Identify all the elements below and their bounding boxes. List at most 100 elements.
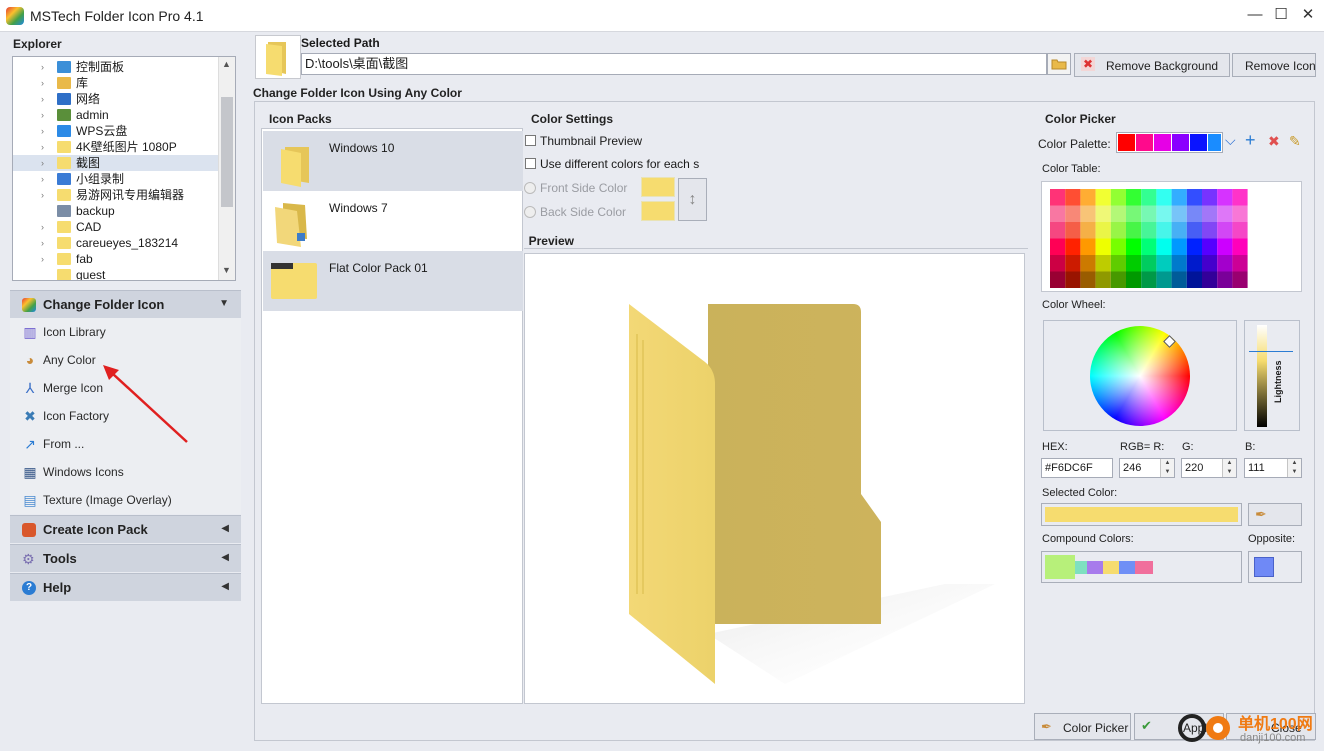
back-side-swatch[interactable] [641,201,675,221]
color-table-cell[interactable] [1126,222,1142,239]
radio-button[interactable] [524,182,536,194]
color-table-cell[interactable] [1217,271,1233,289]
expand-chevron-icon[interactable]: › [41,139,44,155]
color-table-cell[interactable] [1126,255,1142,272]
add-color-icon[interactable]: + [1245,131,1256,149]
color-table-cell[interactable] [1202,255,1218,272]
expand-chevron-icon[interactable]: › [41,187,44,203]
color-table-cell[interactable] [1202,271,1218,289]
color-table-cell[interactable] [1186,189,1202,206]
color-table-cell[interactable] [1080,222,1096,239]
color-table-cell[interactable] [1050,189,1066,206]
palette-dropdown-icon[interactable]: ⌵ [1225,132,1236,149]
color-table-cell[interactable] [1232,205,1248,223]
pack-item-windows-10[interactable]: Windows 10 [263,131,523,191]
color-table-cell[interactable] [1110,189,1126,206]
eyedropper-button[interactable]: ✒ [1248,503,1302,526]
pack-item-windows-7[interactable]: Windows 7 [263,191,523,251]
thumbnail-preview-checkbox[interactable]: Thumbnail Preview [525,134,642,148]
color-table-cell[interactable] [1095,255,1111,272]
color-table-cell[interactable] [1156,271,1172,289]
color-table-cell[interactable] [1110,255,1126,272]
color-table-cell[interactable] [1095,222,1111,239]
color-table-cell[interactable] [1050,238,1066,256]
color-table-cell[interactable] [1202,189,1218,206]
color-table-cell[interactable] [1065,255,1081,272]
remove-background-button[interactable]: ✖ Remove Background [1074,53,1230,77]
color-table-cell[interactable] [1156,189,1172,206]
color-table-cell[interactable] [1080,255,1096,272]
color-table-cell[interactable] [1217,189,1233,206]
color-table-cell[interactable] [1080,205,1096,223]
color-table-grid[interactable] [1042,182,1301,291]
color-table-cell[interactable] [1186,205,1202,223]
section-create-icon-pack[interactable]: Create Icon Pack ◀ [10,515,241,543]
color-table-cell[interactable] [1171,205,1187,223]
delete-color-icon[interactable]: ✖ [1268,133,1280,150]
color-table-cell[interactable] [1095,189,1111,206]
compound-swatch[interactable] [1075,561,1087,574]
checkbox-box[interactable] [525,158,536,169]
expand-chevron-icon[interactable]: › [41,235,44,251]
expand-chevron-icon[interactable]: › [41,75,44,91]
explorer-tree[interactable]: ▲ ▼ › 控制面板 › 库 › 网络 › admin › WPS云盘 › 4K壁纸图片 1080P ›… [12,56,236,281]
edit-pencil-icon[interactable]: ✎ [1289,133,1301,150]
remove-icon-button[interactable]: Remove Icon [1232,53,1316,77]
color-table-cell[interactable] [1186,222,1202,239]
color-table-cell[interactable] [1110,205,1126,223]
expand-chevron-icon[interactable]: › [41,107,44,123]
section-help[interactable]: ? Help ◀ [10,573,241,601]
palette-swatch[interactable] [1172,134,1189,151]
color-table[interactable] [1041,181,1302,292]
color-table-cell[interactable] [1202,205,1218,223]
color-table-cell[interactable] [1050,205,1066,223]
sidebar-item-icon-library[interactable]: ▥ Icon Library [10,318,241,346]
color-table-cell[interactable] [1050,271,1066,289]
color-table-cell[interactable] [1095,205,1111,223]
hex-input[interactable]: #F6DC6F [1041,458,1113,478]
color-table-cell[interactable] [1232,222,1248,239]
expand-chevron-icon[interactable]: › [41,171,44,187]
compound-swatch[interactable] [1135,561,1153,574]
color-picker-button[interactable]: ✒ Color Picker [1034,713,1131,740]
front-side-swatch[interactable] [641,177,675,197]
browse-button[interactable] [1047,53,1071,75]
color-table-cell[interactable] [1141,238,1157,256]
tree-item[interactable]: › 易游网讯专用编辑器 [13,187,218,203]
scroll-down-icon[interactable]: ▼ [222,265,231,275]
tree-item[interactable]: › fab [13,251,218,267]
tree-item[interactable]: › WPS云盘 [13,123,218,139]
color-table-cell[interactable] [1171,189,1187,206]
opposite-swatch[interactable] [1254,557,1274,577]
compound-swatch[interactable] [1087,561,1103,574]
scroll-up-icon[interactable]: ▲ [222,59,231,69]
color-table-cell[interactable] [1141,189,1157,206]
color-table-cell[interactable] [1110,222,1126,239]
color-table-cell[interactable] [1217,238,1233,256]
sidebar-item-texture[interactable]: ▤ Texture (Image Overlay) [10,486,241,514]
color-table-cell[interactable] [1232,255,1248,272]
minimize-button[interactable]: — [1244,4,1266,26]
color-table-cell[interactable] [1050,222,1066,239]
color-table-cell[interactable] [1065,222,1081,239]
front-side-radio[interactable]: Front Side Color [524,181,627,195]
lightness-slider[interactable] [1257,325,1267,427]
compound-swatch-main[interactable] [1045,555,1075,579]
palette-swatch[interactable] [1136,134,1153,151]
expand-chevron-icon[interactable]: › [41,251,44,267]
color-table-cell[interactable] [1217,255,1233,272]
color-table-cell[interactable] [1232,238,1248,256]
swap-colors-button[interactable]: ↕ [678,178,707,221]
tree-item[interactable]: backup [13,203,218,219]
color-table-cell[interactable] [1126,271,1142,289]
color-table-cell[interactable] [1217,222,1233,239]
g-spinner[interactable]: ▲ ▼ [1222,459,1236,477]
back-side-radio[interactable]: Back Side Color [524,205,626,219]
compound-swatch[interactable] [1119,561,1135,574]
expand-chevron-icon[interactable]: › [41,123,44,139]
color-table-cell[interactable] [1232,271,1248,289]
color-table-cell[interactable] [1186,238,1202,256]
color-table-cell[interactable] [1156,205,1172,223]
color-table-cell[interactable] [1080,238,1096,256]
r-input[interactable]: 246 ▲ ▼ [1119,458,1175,478]
